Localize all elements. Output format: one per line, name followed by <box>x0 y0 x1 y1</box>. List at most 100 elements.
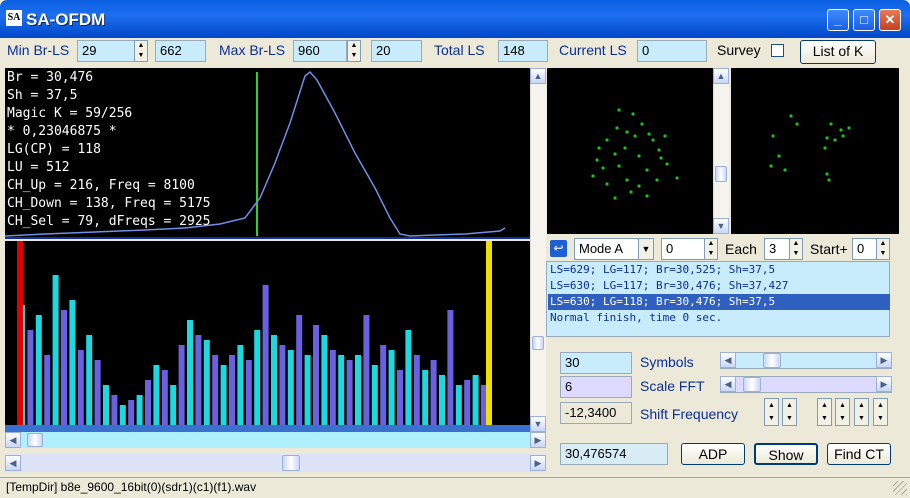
scroll-up-arrow[interactable]: ▲ <box>530 68 546 84</box>
each-input[interactable]: 3 <box>764 238 790 260</box>
bar <box>170 385 177 425</box>
max-br-ls-spinner[interactable]: ▲ ▼ <box>347 40 361 62</box>
constellation-dot <box>839 128 843 132</box>
each-spinner[interactable]: ▲ ▼ <box>789 238 803 260</box>
scale-fft-slider-thumb[interactable] <box>743 377 761 392</box>
symbols-slider[interactable] <box>720 352 892 369</box>
constellation-dot <box>789 114 793 118</box>
bar <box>430 360 437 425</box>
constellation-plot-right <box>769 114 851 182</box>
constellation-dot <box>663 134 667 138</box>
bars-hscroll-left[interactable]: ◀ <box>5 432 21 448</box>
bars-hscroll-thumb[interactable] <box>27 433 43 447</box>
constellation-scrollbar[interactable] <box>713 68 729 234</box>
constellation-dot <box>601 166 605 170</box>
graph-vertical-scrollbar[interactable] <box>530 68 546 432</box>
bar <box>77 350 84 425</box>
bar <box>69 300 76 425</box>
constellation-dot <box>605 182 609 186</box>
file-hscroll-thumb[interactable] <box>282 455 300 471</box>
minimize-button[interactable]: _ <box>827 9 849 31</box>
bar <box>447 310 454 425</box>
info-line-ch-down: CH_Down = 138, Freq = 5175 <box>7 196 211 211</box>
bar <box>153 365 160 425</box>
start-input[interactable]: 0 <box>852 238 878 260</box>
log-line: LS=629; LG=117; Br=30,525; Sh=37,5 <box>550 263 776 276</box>
mode-number-input[interactable]: 0 <box>661 238 705 260</box>
bar <box>212 355 219 425</box>
mode-number-spinner[interactable]: ▲ ▼ <box>704 238 718 260</box>
info-line-sh: Sh = 37,5 <box>7 88 78 103</box>
show-button[interactable]: Show <box>754 443 818 465</box>
log-line: Normal finish, time 0 sec. <box>550 311 723 324</box>
shift-spinner-2[interactable]: ▲ ▼ <box>782 398 797 426</box>
log-line-selected[interactable]: LS=630; LG=118; Br=30,476; Sh=37,5 <box>548 294 890 310</box>
shift-frequency-input[interactable]: -12,3400 <box>560 402 632 424</box>
file-hscroll-left[interactable]: ◀ <box>5 455 21 471</box>
bar <box>388 350 395 425</box>
constellation-dot <box>825 172 829 176</box>
info-line-ch-sel: CH_Sel = 79, dFreqs = 2925 <box>7 214 211 229</box>
shift-spinner-6[interactable]: ▲ ▼ <box>873 398 888 426</box>
survey-checkbox[interactable] <box>771 44 784 57</box>
constellation-dot <box>647 132 651 136</box>
min-br-ls-input[interactable]: 29 <box>77 40 135 62</box>
bar <box>145 380 151 425</box>
bar <box>220 365 227 425</box>
bar <box>380 345 387 425</box>
shift-spinner-3[interactable]: ▲ ▼ <box>817 398 832 426</box>
scale-fft-slider-right[interactable]: ▶ <box>876 376 892 392</box>
max-br-ls-extra-field: 20 <box>371 40 422 62</box>
max-br-ls-input[interactable]: 960 <box>293 40 347 62</box>
close-button[interactable]: ✕ <box>879 9 901 31</box>
back-arrow-icon[interactable]: ↩ <box>550 240 567 257</box>
log-line: LS=630; LG=117; Br=30,476; Sh=37,427 <box>550 279 789 292</box>
window-title: SA-OFDM <box>26 10 106 29</box>
bar <box>229 355 235 425</box>
marker-yellow <box>486 241 492 425</box>
bar <box>35 315 42 425</box>
maximize-button[interactable]: □ <box>853 9 875 31</box>
constellation-dot <box>617 164 621 168</box>
constellation-dot <box>823 146 827 150</box>
bar <box>346 360 353 425</box>
constellation-dot <box>847 126 851 130</box>
constellation-scroll-thumb[interactable] <box>715 166 727 182</box>
bars-hscroll-right[interactable]: ▶ <box>530 432 546 448</box>
constellation-dot <box>637 184 641 188</box>
find-ct-button[interactable]: Find CT <box>827 443 891 465</box>
symbols-slider-left[interactable]: ◀ <box>720 352 736 368</box>
list-of-k-button[interactable]: List of K <box>800 40 876 64</box>
symbols-input[interactable]: 30 <box>560 352 632 374</box>
constellation-scroll-up[interactable]: ▲ <box>713 68 729 84</box>
scale-fft-input[interactable]: 6 <box>560 376 632 398</box>
symbols-slider-thumb[interactable] <box>763 353 781 368</box>
br-result-field: 30,476574 <box>560 443 668 465</box>
bar <box>329 350 336 425</box>
file-hscroll-right[interactable]: ▶ <box>530 455 546 471</box>
bars-hscrollbar[interactable] <box>5 432 546 448</box>
min-br-ls-label: Min Br-LS <box>7 42 70 58</box>
shift-spinner-5[interactable]: ▲ ▼ <box>854 398 869 426</box>
symbols-slider-right[interactable]: ▶ <box>876 352 892 368</box>
bar <box>245 360 252 425</box>
constellation-scroll-down[interactable]: ▼ <box>713 218 729 234</box>
info-line-lg-cp: LG(CP) = 118 <box>7 142 101 157</box>
constellation-dot <box>623 146 627 150</box>
bar <box>61 310 67 425</box>
constellation-dot <box>615 126 619 130</box>
shift-spinner-4[interactable]: ▲ ▼ <box>835 398 850 426</box>
adp-button[interactable]: ADP <box>681 443 745 465</box>
constellation-dot <box>613 196 617 200</box>
bar <box>187 320 193 425</box>
graph-vscroll-thumb[interactable] <box>532 336 544 350</box>
shift-spinner-1[interactable]: ▲ ▼ <box>764 398 779 426</box>
start-spinner[interactable]: ▲ ▼ <box>876 238 890 260</box>
mode-dropdown-arrow-icon[interactable]: ▼ <box>638 238 654 260</box>
resize-grip-icon[interactable] <box>893 481 907 495</box>
status-file-path: [TempDir] b8e_9600_16bit(0)(sdr1)(c1)(f1… <box>6 480 257 494</box>
scroll-down-arrow[interactable]: ▼ <box>530 416 546 432</box>
file-hscrollbar[interactable] <box>5 454 546 472</box>
scale-fft-slider-left[interactable]: ◀ <box>720 376 736 392</box>
min-br-ls-spinner[interactable]: ▲ ▼ <box>134 40 148 62</box>
